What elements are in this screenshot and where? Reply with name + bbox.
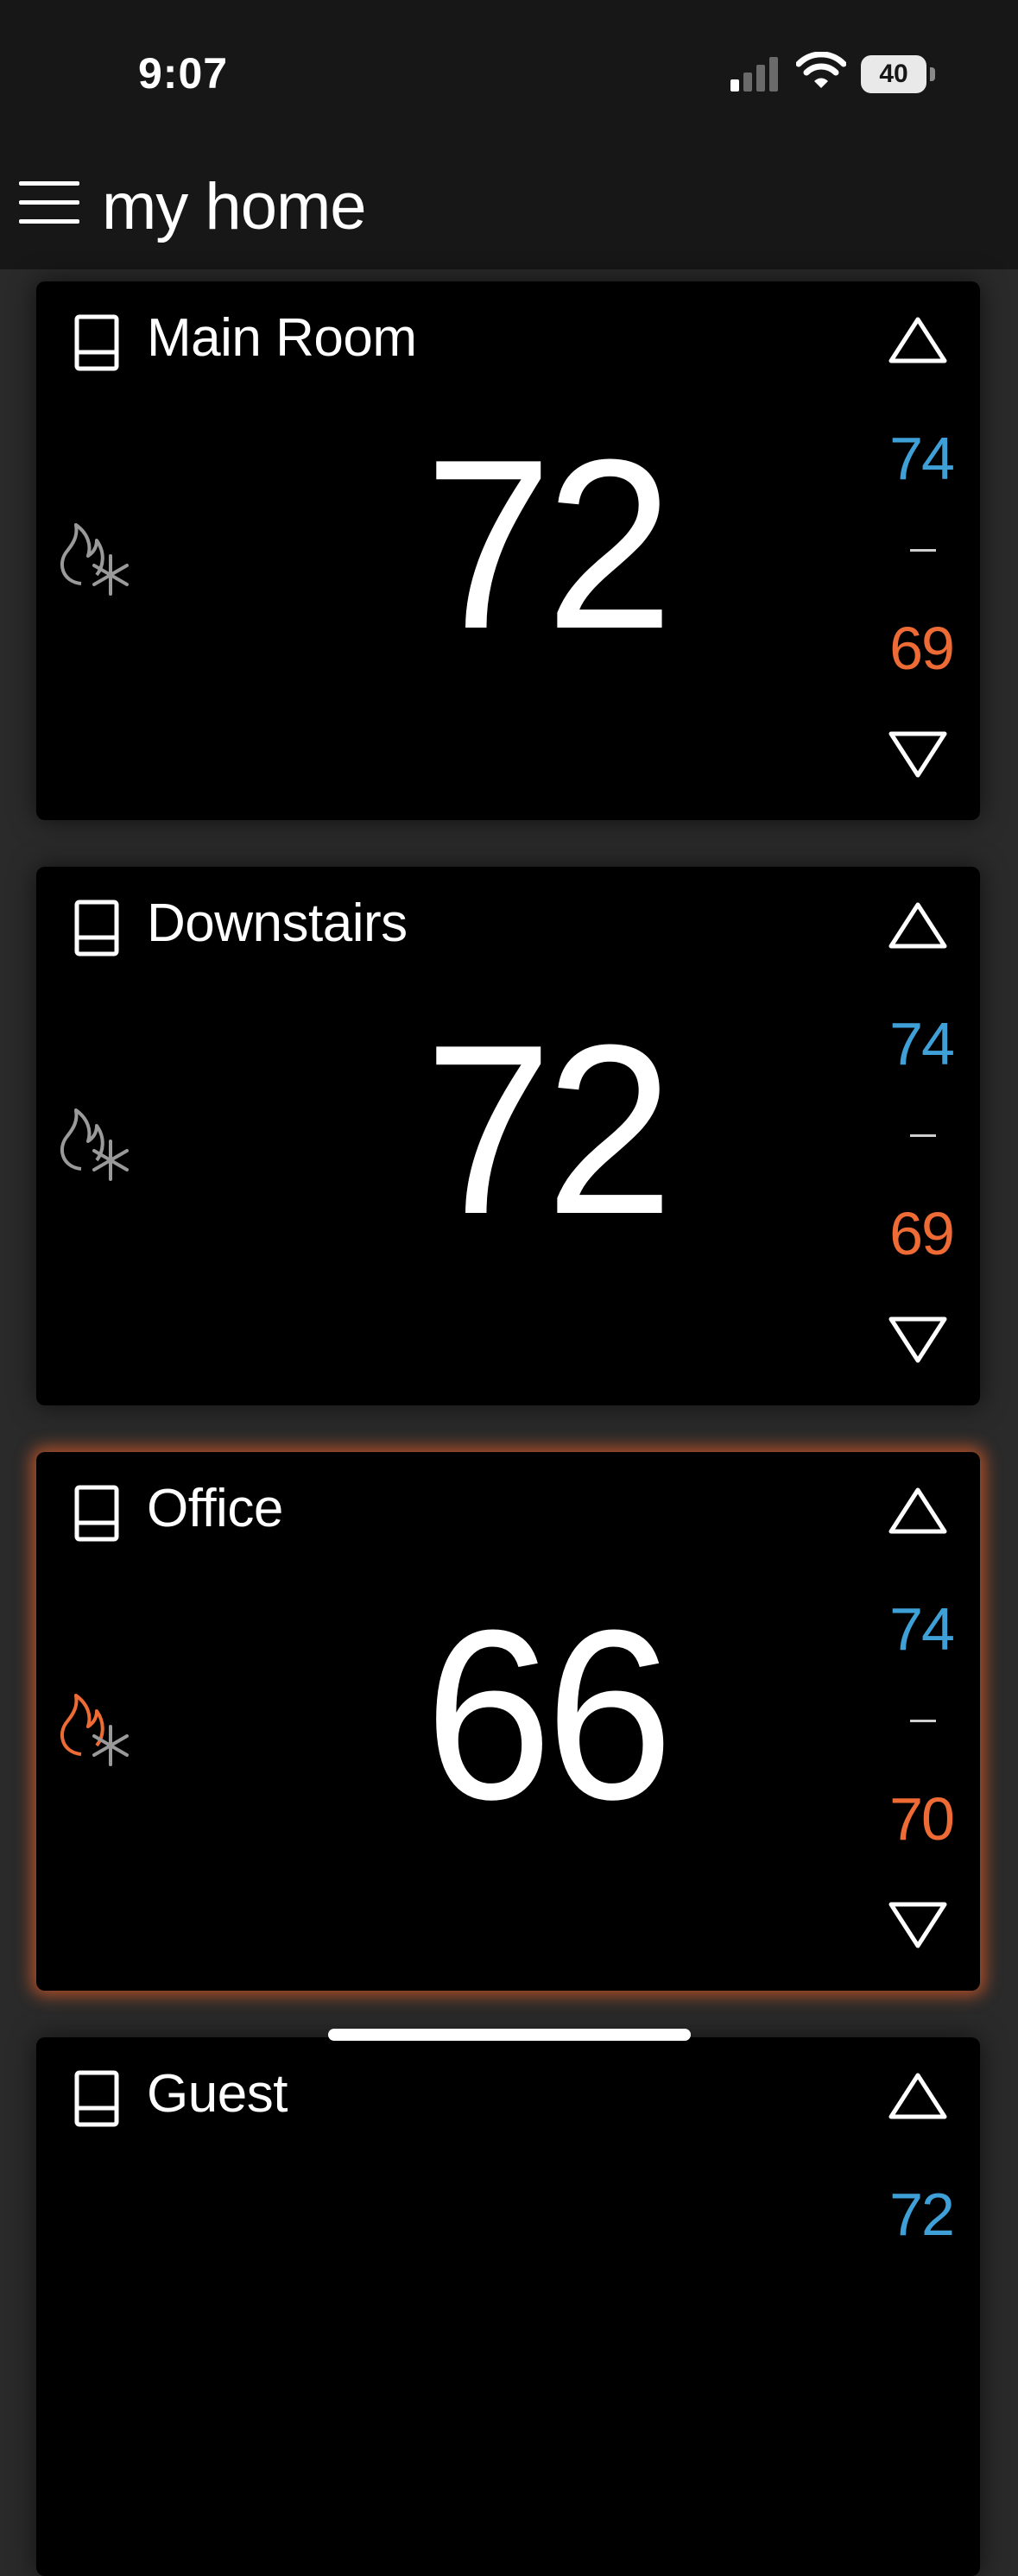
setpoint-separator xyxy=(910,549,936,552)
arrow-up-icon[interactable] xyxy=(888,900,948,951)
arrow-down-icon[interactable] xyxy=(888,729,948,780)
thermostat-card-office[interactable]: Office 66 74 70 xyxy=(36,1452,980,1991)
page-title: my home xyxy=(102,170,367,243)
thermostat-card-downstairs[interactable]: Downstairs 72 74 69 xyxy=(36,867,980,1405)
snowflake-icon xyxy=(92,554,129,596)
current-temperature: 72 xyxy=(424,995,673,1265)
heat-setpoint: 70 xyxy=(889,1785,955,1853)
thermostat-name: Main Room xyxy=(147,308,417,368)
flame-icon xyxy=(60,523,104,585)
flame-icon xyxy=(60,1108,104,1171)
heat-cool-mode-icon[interactable] xyxy=(48,513,143,599)
flame-icon xyxy=(60,1694,104,1756)
heat-setpoint: 69 xyxy=(889,615,955,682)
current-temperature: 66 xyxy=(424,1581,673,1850)
cool-setpoint: 74 xyxy=(889,1595,955,1663)
cool-setpoint: 74 xyxy=(889,425,955,492)
wifi-icon xyxy=(796,52,846,88)
setpoint-separator xyxy=(910,1134,936,1137)
signal-icon xyxy=(730,57,778,92)
heat-cool-mode-icon[interactable] xyxy=(48,1098,143,1184)
status-time: 9:07 xyxy=(138,49,229,98)
arrow-down-icon[interactable] xyxy=(888,1899,948,1951)
arrow-up-icon[interactable] xyxy=(888,314,948,366)
menu-icon[interactable] xyxy=(19,181,79,224)
thermostat-device-icon xyxy=(74,900,119,957)
setpoint-separator xyxy=(910,1720,936,1722)
thermostat-device-icon xyxy=(74,1485,119,1542)
thermostat-name: Office xyxy=(147,1479,283,1538)
heat-cool-mode-icon[interactable] xyxy=(48,1683,143,1770)
arrow-down-icon[interactable] xyxy=(888,1314,948,1366)
snowflake-icon xyxy=(92,1725,129,1766)
thermostat-name: Downstairs xyxy=(147,893,408,953)
snowflake-icon xyxy=(92,1140,129,1181)
current-temperature: 72 xyxy=(424,410,673,679)
thermostat-device-icon xyxy=(74,2070,119,2127)
thermostat-card-guest[interactable]: Guest 72 xyxy=(36,2037,980,2576)
home-indicator[interactable] xyxy=(328,2029,691,2041)
arrow-up-icon[interactable] xyxy=(888,2070,948,2122)
thermostat-device-icon xyxy=(74,314,119,371)
thermostat-card-main-room[interactable]: Main Room 72 74 69 xyxy=(36,281,980,820)
top-bar: 9:07 40 my home xyxy=(0,0,1018,269)
battery-level: 40 xyxy=(861,55,926,93)
cool-setpoint: 72 xyxy=(889,2181,955,2248)
cool-setpoint: 74 xyxy=(889,1010,955,1077)
arrow-up-icon[interactable] xyxy=(888,1485,948,1537)
heat-setpoint: 69 xyxy=(889,1200,955,1267)
thermostat-name: Guest xyxy=(147,2064,288,2124)
